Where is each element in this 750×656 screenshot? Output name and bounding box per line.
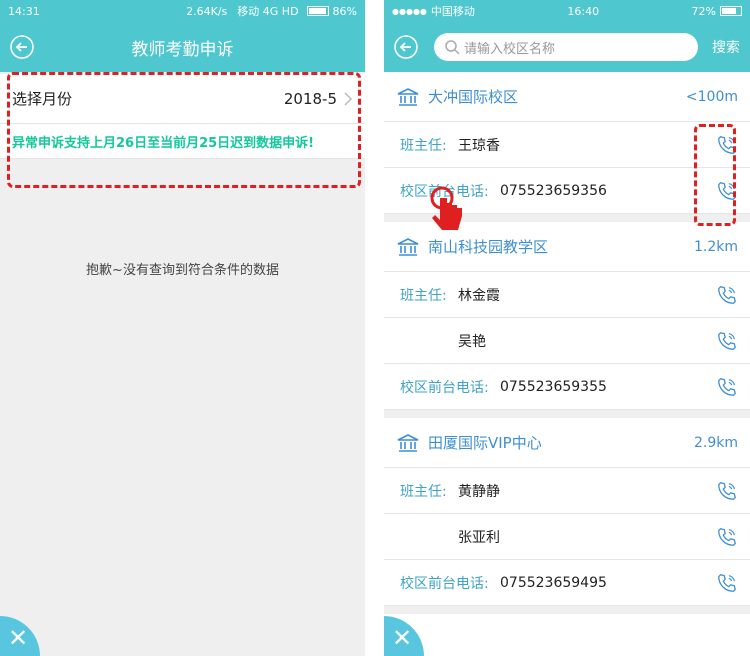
front-desk-phone: 075523659356 bbox=[500, 182, 607, 199]
back-icon[interactable] bbox=[10, 35, 34, 63]
campus-distance: 2.9km bbox=[693, 434, 738, 451]
front-desk-label: 校区前台电话: bbox=[400, 379, 489, 396]
status-carrier: 中国移动 bbox=[430, 5, 475, 18]
teacher-label: 班主任: bbox=[400, 287, 447, 304]
close-icon: ✕ bbox=[8, 624, 29, 652]
close-button[interactable]: ✕ bbox=[384, 616, 424, 656]
front-desk-label: 校区前台电话: bbox=[400, 575, 489, 592]
campus-icon bbox=[397, 433, 419, 452]
teacher-name: 王琼香 bbox=[458, 137, 500, 154]
campus-header[interactable]: 大冲国际校区 <100m bbox=[384, 72, 750, 122]
campus-name: 田厦国际VIP中心 bbox=[428, 434, 542, 452]
phone-icon[interactable] bbox=[716, 330, 738, 352]
front-desk-row: 校区前台电话: 075523659495 bbox=[384, 560, 750, 606]
campus-icon bbox=[397, 87, 419, 106]
status-time: 16:40 bbox=[567, 4, 600, 18]
highlight-box bbox=[694, 124, 736, 226]
status-battery: 72% bbox=[691, 4, 716, 18]
nav-bar: 教师考勤申诉 bbox=[0, 22, 365, 72]
campus-card: 田厦国际VIP中心 2.9km 班主任: 黄静静张亚利校区前台电话: 075523659… bbox=[384, 418, 750, 614]
campus-header[interactable]: 田厦国际VIP中心 2.9km bbox=[384, 418, 750, 468]
top-bar: ●●●●● 中国移动 16:40 72% 请输入校区名称 搜索 bbox=[384, 0, 750, 72]
campus-card: 南山科技园教学区 1.2km 班主任: 林金霞吴艳校区前台电话: 07552365935… bbox=[384, 222, 750, 418]
teacher-label: 班主任: bbox=[400, 137, 447, 154]
teacher-name: 张亚利 bbox=[458, 529, 500, 546]
search-input[interactable]: 请输入校区名称 bbox=[434, 33, 698, 61]
front-desk-row: 校区前台电话: 075523659355 bbox=[384, 364, 750, 410]
top-bar: 14:31 2.64K/s 移动 4G HD 86% 教师考勤申诉 bbox=[0, 0, 365, 72]
phone-icon[interactable] bbox=[716, 284, 738, 306]
front-desk-phone: 075523659495 bbox=[500, 574, 607, 591]
highlight-box bbox=[7, 72, 361, 188]
left-screen: 14:31 2.64K/s 移动 4G HD 86% 教师考勤申诉 选择月份 2… bbox=[0, 0, 365, 656]
tap-hand-icon bbox=[430, 186, 462, 230]
teacher-label: 班主任: bbox=[400, 483, 447, 500]
page-title: 教师考勤申诉 bbox=[131, 39, 234, 60]
status-time: 14:31 bbox=[8, 4, 40, 18]
teacher-name: 林金霞 bbox=[458, 287, 500, 304]
close-button[interactable]: ✕ bbox=[0, 616, 40, 656]
status-net: 2.64K/s bbox=[186, 4, 228, 18]
campus-name: 大冲国际校区 bbox=[428, 88, 519, 106]
teacher-row: 班主任: 林金霞 bbox=[384, 272, 750, 318]
status-bar: ●●●●● 中国移动 16:40 72% bbox=[384, 0, 750, 22]
campus-distance: 1.2km bbox=[693, 238, 738, 255]
close-icon: ✕ bbox=[392, 624, 413, 652]
teacher-name: 黄静静 bbox=[458, 483, 500, 500]
campus-icon bbox=[397, 237, 419, 256]
phone-icon[interactable] bbox=[716, 480, 738, 502]
phone-icon[interactable] bbox=[716, 526, 738, 548]
right-screen: ●●●●● 中国移动 16:40 72% 请输入校区名称 搜索 大冲国际校区 <1… bbox=[384, 0, 750, 656]
empty-message: 抱歉~没有查询到符合条件的数据 bbox=[86, 263, 279, 278]
search-icon bbox=[445, 40, 460, 55]
front-desk-phone: 075523659355 bbox=[500, 378, 607, 395]
signal-icon: ●●●●● bbox=[392, 6, 427, 16]
status-carrier: 移动 4G HD bbox=[237, 5, 299, 18]
teacher-row: 吴艳 bbox=[384, 318, 750, 364]
battery-icon bbox=[306, 6, 329, 16]
status-battery: 86% bbox=[332, 4, 357, 18]
search-bar: 请输入校区名称 搜索 bbox=[384, 22, 750, 72]
teacher-row: 班主任: 黄静静 bbox=[384, 468, 750, 514]
campus-distance: <100m bbox=[685, 88, 738, 105]
phone-icon[interactable] bbox=[716, 572, 738, 594]
teacher-name: 吴艳 bbox=[458, 333, 486, 350]
search-button[interactable]: 搜索 bbox=[712, 37, 740, 57]
campus-name: 南山科技园教学区 bbox=[428, 238, 549, 256]
search-placeholder: 请输入校区名称 bbox=[464, 41, 556, 57]
phone-icon[interactable] bbox=[716, 376, 738, 398]
status-bar: 14:31 2.64K/s 移动 4G HD 86% bbox=[0, 0, 365, 22]
teacher-row: 张亚利 bbox=[384, 514, 750, 560]
battery-icon bbox=[720, 6, 742, 16]
back-icon[interactable] bbox=[394, 35, 418, 59]
